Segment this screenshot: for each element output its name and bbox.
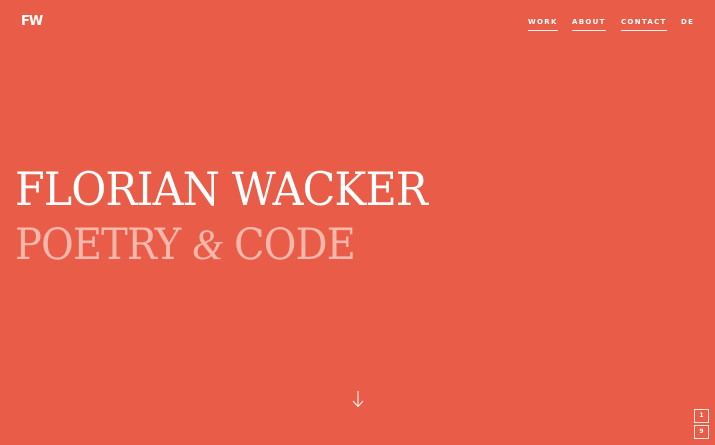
subtitle-poetry: POETRY	[15, 220, 193, 270]
page-indicator-total: 9	[694, 425, 709, 439]
nav-link-work[interactable]: WORK	[528, 17, 558, 31]
hero-title: FLORIAN WACKER	[15, 162, 428, 216]
hero-subtitle: POETRY & CODE	[15, 220, 356, 271]
subtitle-code: CODE	[222, 220, 356, 270]
page-indicator-current: 1	[694, 409, 709, 423]
logo[interactable]: FW	[21, 14, 43, 30]
subtitle-ampersand: &	[192, 222, 223, 269]
language-switch-de[interactable]: DE	[681, 17, 694, 30]
page-indicator: 1 9	[694, 409, 709, 439]
nav-link-about[interactable]: ABOUT	[572, 17, 606, 31]
arrow-down-icon[interactable]	[351, 390, 365, 408]
nav-link-contact[interactable]: CONTACT	[621, 17, 667, 31]
